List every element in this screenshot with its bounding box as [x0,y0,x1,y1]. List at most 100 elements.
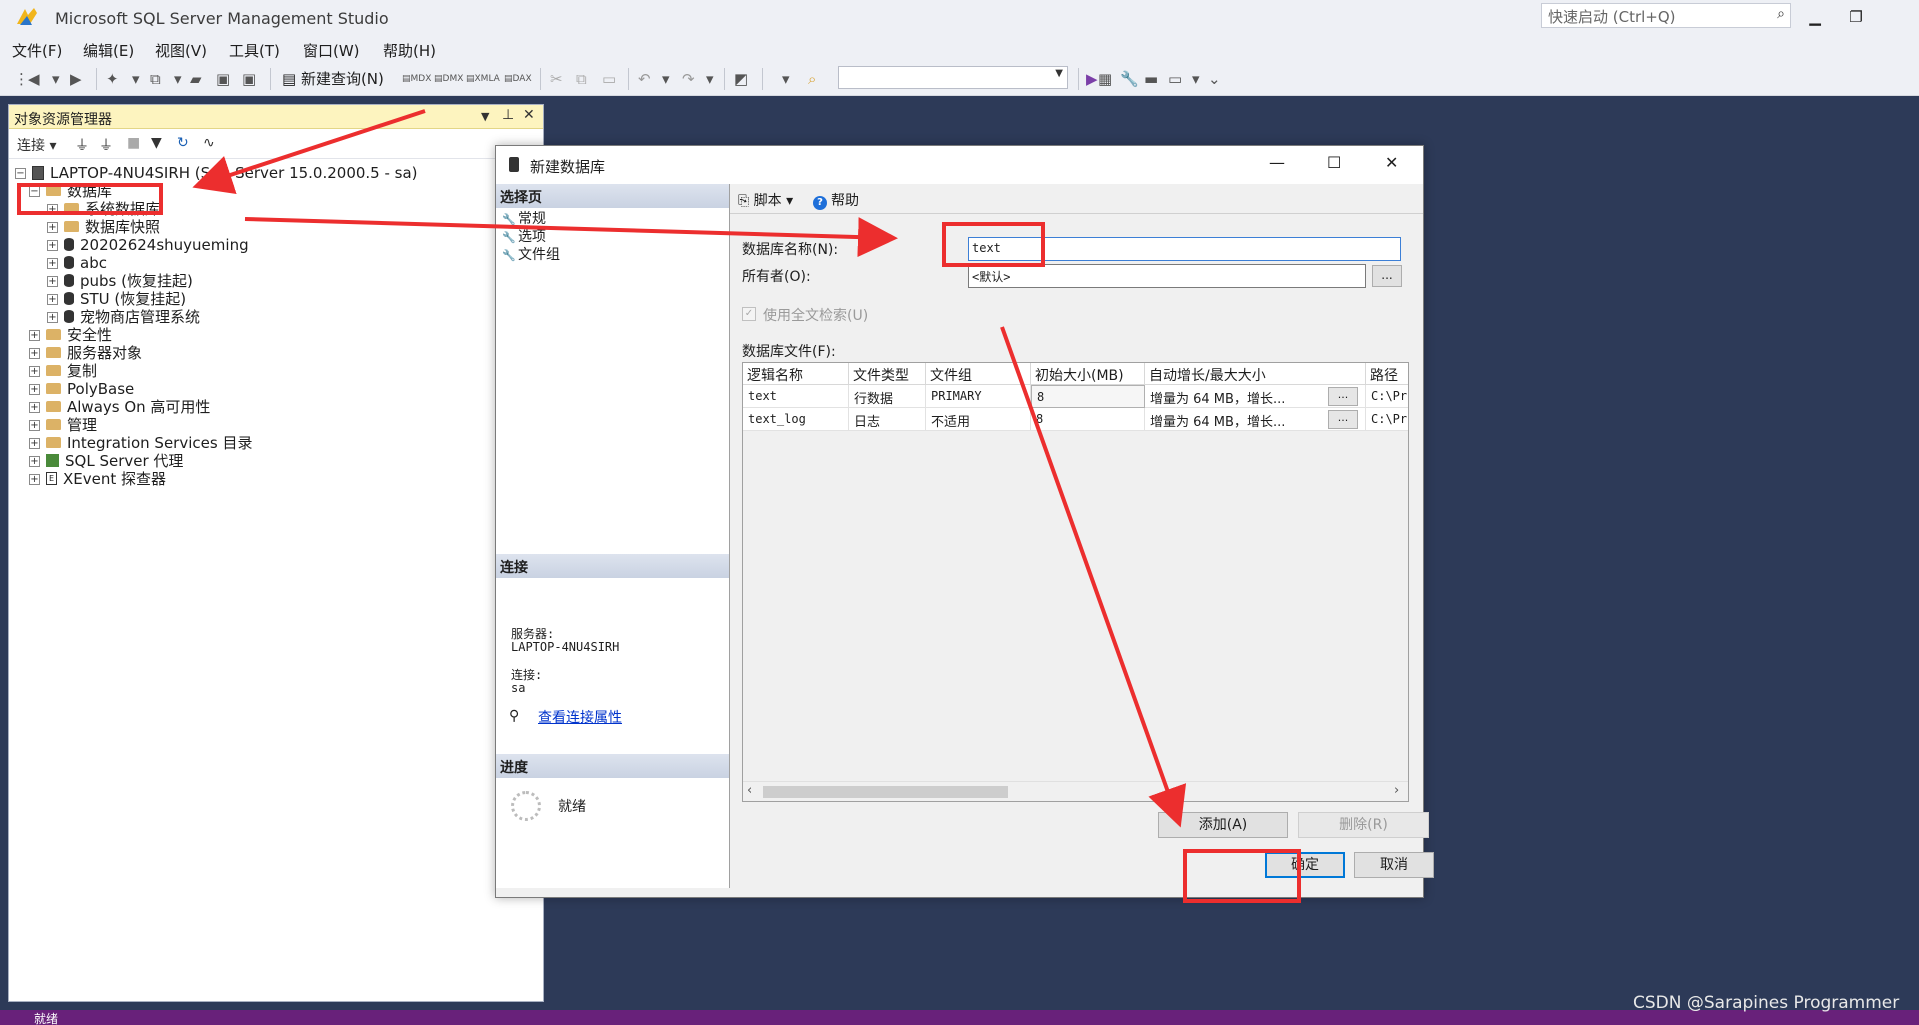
column-header[interactable]: 初始大小(MB) [1031,363,1145,385]
panel-menu-icon[interactable]: ▼ [481,110,489,123]
help-button[interactable]: ? 帮助 [813,190,859,210]
horizontal-scrollbar[interactable]: ‹ › [743,781,1408,801]
stop-icon[interactable]: ■ [127,135,140,151]
new-project-icon[interactable]: ✦ [106,68,119,90]
dropdown-arrow-icon[interactable]: ▾ [662,68,670,90]
search-combo-box[interactable]: ▼ [838,66,1068,89]
save-icon[interactable]: ▣ [216,68,230,90]
menu-view[interactable]: 视图(V) [155,40,207,61]
open-folder-icon[interactable]: ▰ [190,68,202,90]
paste-icon[interactable]: ▭ [602,68,616,90]
add-button[interactable]: 添加(A) [1158,812,1288,838]
cell-logical-name[interactable]: text_log [743,408,849,431]
dax-query-button[interactable]: ▤DAX [504,68,532,90]
dropdown-arrow-icon[interactable]: ▾ [782,68,790,90]
new-query-button[interactable]: ▤ 新建查询(N) [282,68,384,90]
page-general[interactable]: 🔧 常规 [502,208,724,228]
script-button[interactable]: ⎘ 脚本 ▾ [738,190,793,210]
expand-icon[interactable]: + [47,240,58,251]
activity-monitor-icon[interactable]: ◩ [734,68,748,90]
dropdown-arrow-icon[interactable]: ▾ [706,68,714,90]
expand-icon[interactable]: + [29,330,40,341]
owner-input[interactable]: <默认> [968,264,1366,288]
forward-icon[interactable]: ▶ [70,68,82,90]
column-header[interactable]: 逻辑名称 [743,363,849,385]
cell-filegroup[interactable]: PRIMARY [926,385,1031,408]
properties-icon[interactable]: ▦ [1098,68,1112,90]
expand-icon[interactable]: + [29,366,40,377]
cut-icon[interactable]: ✂ [550,68,563,90]
menu-edit[interactable]: 编辑(E) [83,40,134,61]
expand-icon[interactable]: + [29,420,40,431]
cell-path[interactable]: C:\Pr [1366,408,1408,431]
column-header[interactable]: 文件组 [926,363,1031,385]
search-icon[interactable]: ⌕ [1777,6,1785,22]
collapse-icon[interactable]: − [15,168,26,179]
refresh-icon[interactable]: ↻ [177,135,189,151]
cell-filegroup[interactable]: 不适用 [926,408,1031,431]
dropdown-arrow-icon[interactable]: ▾ [132,68,140,90]
fulltext-checkbox[interactable]: ✓ [742,307,756,321]
db-files-grid[interactable]: 逻辑名称 文件类型 文件组 初始大小(MB) 自动增长/最大大小 路径 text… [742,362,1409,802]
expand-icon[interactable]: + [29,438,40,449]
menu-help[interactable]: 帮助(H) [383,40,436,61]
save-all-icon[interactable]: ▣ [242,68,256,90]
expand-icon[interactable]: + [47,276,58,287]
expand-icon[interactable]: + [47,222,58,233]
connect-icon[interactable]: ⏚ [75,135,89,155]
close-icon[interactable]: ✕ [523,107,535,123]
column-header[interactable]: 文件类型 [849,363,926,385]
page-options[interactable]: 🔧 选项 [502,226,546,246]
toolbar-overflow-icon[interactable]: ⌄ [1208,68,1221,90]
toolbox-icon[interactable]: ▬ [1144,68,1158,90]
find-icon[interactable]: ⌕ [808,68,816,90]
expand-icon[interactable]: + [29,384,40,395]
wrench-icon[interactable]: 🔧 [1120,68,1139,90]
filter-icon[interactable]: ▼ [151,135,162,151]
cell-file-type[interactable]: 日志 [849,408,926,431]
cell-path[interactable]: C:\Pr [1366,385,1408,408]
minimize-icon[interactable]: — [1269,153,1285,172]
expand-icon[interactable]: + [47,258,58,269]
expand-icon[interactable]: + [29,456,40,467]
dmx-query-button[interactable]: ▤DMX [434,68,463,90]
activity-icon[interactable]: ∿ [203,135,215,151]
scroll-left-icon[interactable]: ‹ [747,783,752,798]
column-header[interactable]: 路径 [1366,363,1408,385]
restore-icon[interactable]: ❐ [1836,4,1876,30]
expand-icon[interactable]: + [29,348,40,359]
delete-button[interactable]: 删除(R) [1298,812,1429,838]
expand-icon[interactable]: + [47,312,58,323]
view-connection-properties-link[interactable]: 查看连接属性 [538,707,622,727]
back-icon[interactable]: ◀ [28,68,40,90]
cell-logical-name[interactable]: text [743,385,849,408]
dropdown-arrow-icon[interactable]: ▾ [52,68,60,90]
mdx-query-button[interactable]: ▤MDX [402,68,431,90]
connect-button[interactable]: 连接 ▾ [17,135,56,155]
close-icon[interactable]: ✕ [1385,153,1398,172]
column-header[interactable]: 自动增长/最大大小 [1145,363,1366,385]
autogrowth-browse-button[interactable]: ... [1328,387,1358,406]
chevron-down-icon[interactable]: ▼ [1055,68,1063,79]
add-item-icon[interactable]: ⧉ [150,68,161,90]
minimize-icon[interactable]: ▁ [1795,4,1835,30]
disconnect-icon[interactable]: ⏚ [99,135,113,155]
menu-file[interactable]: 文件(F) [12,40,62,61]
dropdown-arrow-icon[interactable]: ▾ [1192,68,1200,90]
undo-icon[interactable]: ↶ [638,68,651,90]
cell-file-type[interactable]: 行数据 [849,385,926,408]
pin-icon[interactable]: ⊥ [502,107,514,123]
visual-studio-icon[interactable]: ▶ [1086,68,1098,90]
expand-icon[interactable]: + [29,474,40,485]
scroll-right-icon[interactable]: › [1394,783,1399,798]
expand-icon[interactable]: + [29,402,40,413]
owner-browse-button[interactable]: ... [1372,265,1402,287]
expand-icon[interactable]: + [47,294,58,305]
quick-launch-input[interactable]: 快速启动 (Ctrl+Q) ⌕ [1541,3,1791,28]
autogrowth-browse-button[interactable]: ... [1328,410,1358,429]
cancel-button[interactable]: 取消 [1354,852,1434,878]
menu-tools[interactable]: 工具(T) [229,40,280,61]
menu-window[interactable]: 窗口(W) [303,40,360,61]
scrollbar-thumb[interactable] [763,786,1008,798]
copy-icon[interactable]: ⧉ [576,68,587,90]
